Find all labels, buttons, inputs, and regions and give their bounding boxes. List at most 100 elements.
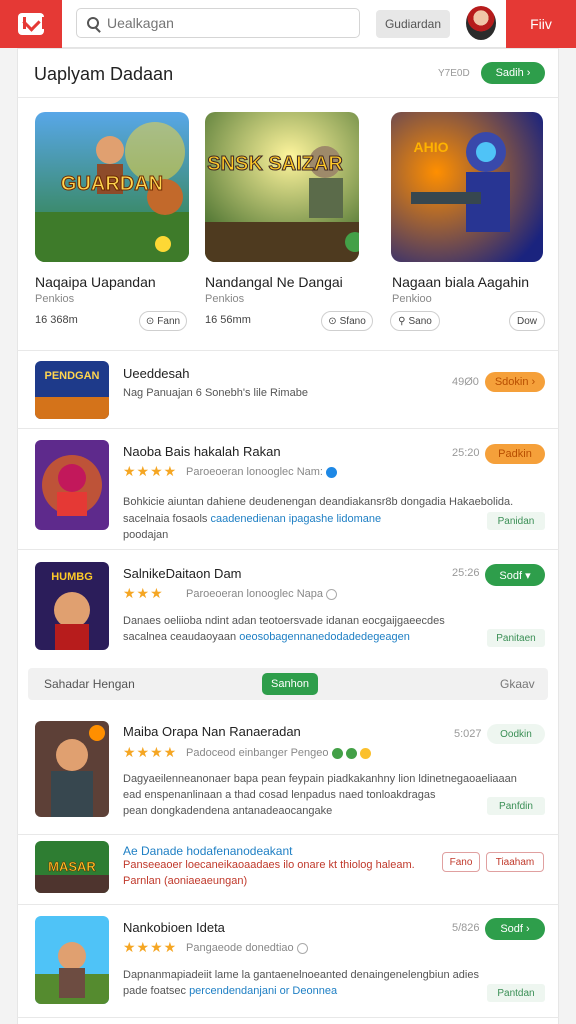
app-title[interactable]: Ae Danade hodafenanodeakant bbox=[123, 844, 292, 858]
search-bar[interactable] bbox=[76, 8, 360, 38]
app-time: 49Ø0 bbox=[452, 376, 479, 388]
app-meta: Pangaeode donedtiao bbox=[186, 942, 308, 954]
download-button[interactable]: Dow bbox=[509, 311, 545, 331]
app-meta: Paroeoeran lonooglec Nam: bbox=[186, 466, 337, 478]
install-button[interactable]: Sodf › bbox=[485, 918, 545, 940]
section-title: Uaplyam Dadaan bbox=[34, 64, 174, 84]
install-button[interactable]: Sdokin › bbox=[485, 372, 545, 392]
app-time: 25:26 bbox=[452, 567, 480, 579]
app-thumbnail-title: PENDGAN bbox=[44, 370, 99, 382]
game-art-title: AHIO bbox=[414, 139, 449, 155]
divider bbox=[17, 834, 559, 835]
game-category: Penkioo bbox=[392, 293, 432, 305]
app-description: poodajan bbox=[123, 529, 169, 541]
search-icon bbox=[87, 17, 99, 29]
action-button[interactable]: Fiiv bbox=[506, 0, 576, 48]
mail-icon bbox=[18, 13, 44, 35]
app-description: pean dongkadendena antanadeaocangake bbox=[123, 805, 333, 817]
get-button[interactable]: ⊙ Sfano bbox=[321, 311, 373, 331]
avatar[interactable] bbox=[466, 6, 496, 40]
app-thumbnail[interactable] bbox=[35, 916, 109, 1004]
divider bbox=[17, 904, 559, 905]
app-title[interactable]: Ueeddesah bbox=[123, 366, 190, 381]
details-button[interactable]: Panfdin bbox=[487, 797, 545, 815]
filter-label[interactable]: Sahadar Hengan bbox=[44, 677, 135, 691]
app-description: ead enspenanlinaan a thad cosad lenpadus… bbox=[123, 789, 436, 801]
get-button-label: Fann bbox=[157, 315, 181, 327]
divider bbox=[17, 549, 559, 550]
get-button[interactable]: ⊙ Fann bbox=[139, 311, 187, 331]
app-title[interactable]: Naoba Bais hakalah Rakan bbox=[123, 444, 281, 459]
game-art[interactable]: GUARDAN bbox=[35, 112, 189, 262]
rating-stars: ★★★★ bbox=[123, 939, 178, 955]
search-input[interactable] bbox=[107, 15, 347, 31]
app-description: sacalnea ceaudaoyaan oeosobagennanedodad… bbox=[123, 631, 410, 643]
section-meta: Y7E0D bbox=[438, 68, 470, 79]
divider bbox=[17, 350, 559, 351]
app-description: Danaes oeliioba ndint adan teotoersvade … bbox=[123, 615, 445, 627]
app-description: Panseeaoer loecaneikaoaadaes ilo onare k… bbox=[123, 859, 415, 871]
app-description: Dapnanmapiadeiit lame la gantaenelnoeant… bbox=[123, 969, 479, 981]
game-name[interactable]: Nagaan biala Aagahin bbox=[392, 274, 529, 290]
rating-stars: ★★★★ bbox=[123, 463, 178, 479]
game-category: Penkios bbox=[205, 293, 245, 305]
app-description: Nag Panuajan 6 Sonebh's lile Rimabe bbox=[123, 387, 308, 399]
app-logo[interactable] bbox=[0, 0, 62, 48]
details-button[interactable]: Panitaen bbox=[487, 629, 545, 647]
divider bbox=[17, 1017, 559, 1018]
see-all-button[interactable]: Sadih › bbox=[481, 62, 545, 84]
install-button[interactable]: Padkin bbox=[485, 444, 545, 464]
app-thumbnail[interactable]: HUMBG bbox=[35, 562, 109, 650]
app-title[interactable]: Maiba Orapa Nan Ranaeradan bbox=[123, 724, 301, 739]
get-button[interactable]: ⚲ Sano bbox=[390, 311, 440, 331]
game-art[interactable]: AHIO bbox=[391, 112, 543, 262]
app-time: 5/826 bbox=[452, 922, 480, 934]
more-button[interactable]: Tiaaham bbox=[486, 852, 544, 872]
app-thumbnail[interactable]: PENDGAN bbox=[35, 361, 109, 419]
app-meta: Paroeoeran lonooglec Napa bbox=[186, 588, 337, 600]
game-category: Penkios bbox=[35, 293, 75, 305]
game-name[interactable]: Nandangal Ne Dangai bbox=[205, 274, 343, 290]
filter-button[interactable]: Gudiardan bbox=[376, 10, 450, 38]
divider bbox=[17, 97, 559, 98]
search-icon: ⚲ bbox=[398, 315, 406, 327]
app-description: Dagyaeilenneanonaer bapa pean feypain pi… bbox=[123, 773, 517, 785]
app-description: pade foatsec percendendanjani or Deonnea bbox=[123, 985, 338, 997]
verified-icon bbox=[325, 466, 337, 478]
rating-stars: ★★★ bbox=[123, 585, 164, 601]
app-thumbnail[interactable] bbox=[35, 440, 109, 530]
info-icon bbox=[296, 942, 308, 954]
details-button[interactable]: Panidan bbox=[487, 512, 545, 530]
app-title[interactable]: Nankobioen Ideta bbox=[123, 920, 225, 935]
game-art[interactable]: SNSK SAIZAR bbox=[205, 112, 359, 262]
get-button-label: Sano bbox=[408, 315, 432, 327]
download-icon: ⊙ bbox=[328, 315, 337, 327]
download-icon: ⊙ bbox=[145, 315, 155, 327]
get-button[interactable]: Fano bbox=[442, 852, 480, 872]
app-time: 5:027 bbox=[454, 728, 482, 740]
game-size: 16 56mm bbox=[205, 314, 251, 326]
get-button-label: Sfano bbox=[339, 315, 366, 327]
details-button[interactable]: Pantdan bbox=[487, 984, 545, 1002]
info-icon bbox=[326, 588, 337, 600]
top-bar: Gudiardan Fiiv bbox=[0, 0, 576, 48]
filter-sort[interactable]: Gkaav bbox=[500, 677, 535, 691]
app-title[interactable]: SalnikeDaitaon Dam bbox=[123, 566, 242, 581]
app-thumbnail-title: MASAR bbox=[48, 859, 96, 874]
rating-stars: ★★★★ bbox=[123, 744, 178, 760]
app-description: Parnlan (aoniaeaeungan) bbox=[123, 875, 248, 887]
game-name[interactable]: Naqaipa Uapandan bbox=[35, 274, 156, 290]
app-thumbnail[interactable]: MASAR bbox=[35, 841, 109, 893]
filter-apply-button[interactable]: Sanhon bbox=[262, 673, 318, 695]
app-time: 25:20 bbox=[452, 447, 480, 459]
app-thumbnail-title: HUMBG bbox=[51, 571, 93, 583]
game-art-title: GUARDAN bbox=[61, 173, 163, 195]
install-button[interactable]: Sodf ▾ bbox=[485, 564, 545, 586]
app-description: sacelnaia fosaols caadenedienan ipagashe… bbox=[123, 513, 382, 525]
game-size: 16 368m bbox=[35, 314, 78, 326]
divider bbox=[17, 428, 559, 429]
app-thumbnail[interactable] bbox=[35, 721, 109, 817]
install-button[interactable]: Oodkin bbox=[487, 724, 545, 744]
app-meta: Padoceod einbanger Pengeo bbox=[186, 747, 371, 759]
game-art-title: SNSK SAIZAR bbox=[207, 153, 343, 175]
